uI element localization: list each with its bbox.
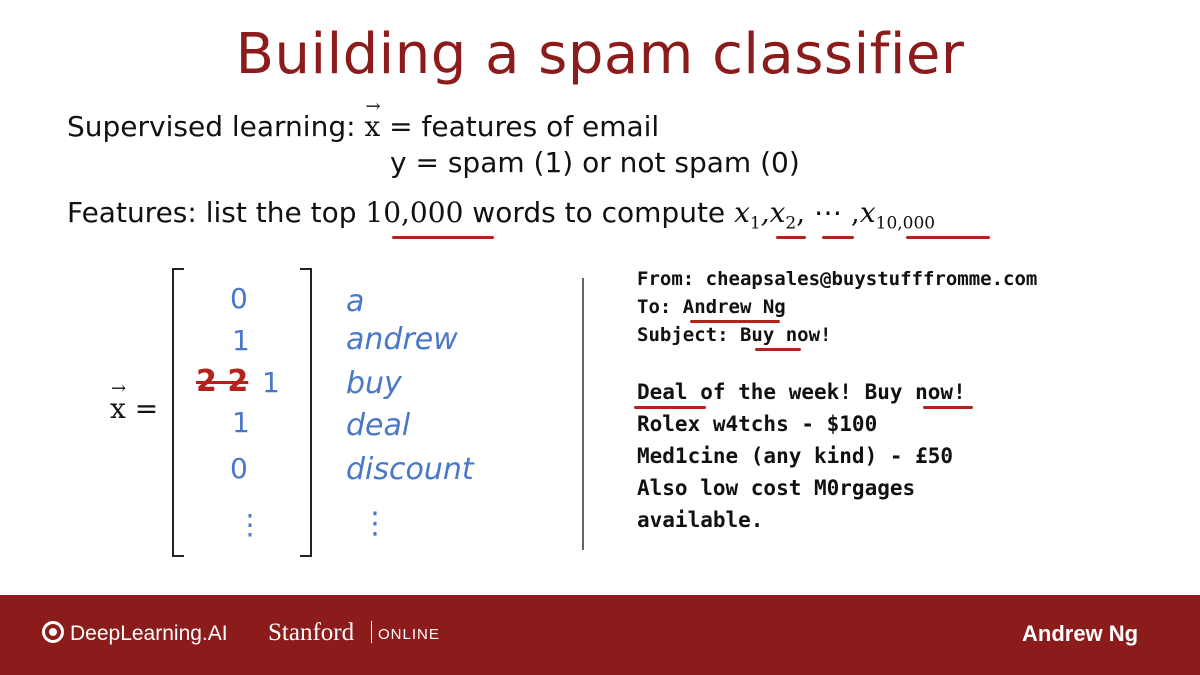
underline-andrew: [690, 320, 780, 323]
footer-bar: DeepLearning.AI Stanford ONLINE Andrew N…: [0, 595, 1200, 675]
underline-x1: [776, 236, 806, 239]
vocab-word: buy: [346, 366, 402, 401]
vector-value: 0: [230, 452, 248, 485]
vocab-word: discount: [346, 452, 474, 487]
vector-value: 1: [262, 366, 280, 399]
feature-x2: x2: [769, 196, 797, 234]
y-definition: y = spam (1) or not spam (0): [390, 146, 800, 179]
online-label: ONLINE: [378, 626, 440, 643]
feature-ellipsis: , ⋯ ,: [796, 196, 860, 229]
equals-sign: =: [134, 392, 159, 425]
vector-value: 1: [232, 324, 250, 357]
email-body-line: Med1cine (any kind) - £50: [637, 444, 954, 468]
supervised-line: Supervised learning: → x = features of em…: [67, 96, 660, 143]
features-line: Features: list the top 10,000 words to c…: [67, 196, 936, 234]
email-from: From: cheapsales@buystufffromme.com: [637, 268, 1038, 290]
scratched-values: 2 2: [196, 364, 249, 399]
underline-x2: [822, 236, 854, 239]
email-to: To: Andrew Ng: [637, 296, 786, 318]
underline-count: [392, 236, 494, 239]
vocab-word: a: [346, 284, 365, 319]
email-body-line: Deal of the week! Buy now!: [637, 380, 966, 404]
email-body-line: Rolex w4tchs - $100: [637, 412, 878, 436]
email-body-line: Also low cost M0rgages: [637, 476, 916, 500]
vector-value: 0: [230, 282, 248, 315]
feature-x1: x1: [734, 196, 761, 234]
deeplearning-logo-icon: [42, 621, 64, 643]
underline-xn: [906, 236, 990, 239]
email-body-line: available.: [637, 508, 764, 532]
divider: [582, 278, 584, 550]
vector-value: 1: [232, 406, 250, 439]
features-label: Features: list the top: [67, 196, 357, 229]
word-count: 10,000: [365, 196, 464, 229]
stanford-divider: [371, 621, 372, 643]
stanford-name: Stanford: [268, 619, 355, 646]
vector-arrow-icon: →: [111, 378, 127, 399]
brand-name: DeepLearning.AI: [70, 622, 228, 645]
vector-lhs: → x =: [110, 378, 159, 425]
left-bracket: [172, 268, 184, 557]
vocab-ellipsis: ⋮: [360, 506, 390, 541]
vocab-word: deal: [346, 408, 411, 443]
vocab-word: andrew: [346, 322, 458, 357]
x-vector-symbol: → x: [364, 96, 380, 143]
presenter-name: Andrew Ng: [1022, 621, 1139, 646]
underline-deal: [634, 406, 706, 409]
vector-arrow-icon: →: [365, 96, 381, 117]
features-rest: words to compute: [472, 196, 726, 229]
right-bracket: [300, 268, 312, 557]
vector-ellipsis: ⋮: [236, 508, 264, 541]
underline-buy-body: [923, 406, 973, 409]
underline-buy-subject: [755, 348, 801, 351]
slide-title: Building a spam classifier: [235, 22, 965, 87]
supervised-label: Supervised learning:: [67, 110, 356, 143]
feature-xn: x10,000: [859, 196, 936, 234]
x-definition: = features of email: [389, 110, 660, 143]
email-subject: Subject: Buy now!: [637, 324, 832, 346]
slide: Building a spam classifier Supervised le…: [0, 0, 1200, 595]
